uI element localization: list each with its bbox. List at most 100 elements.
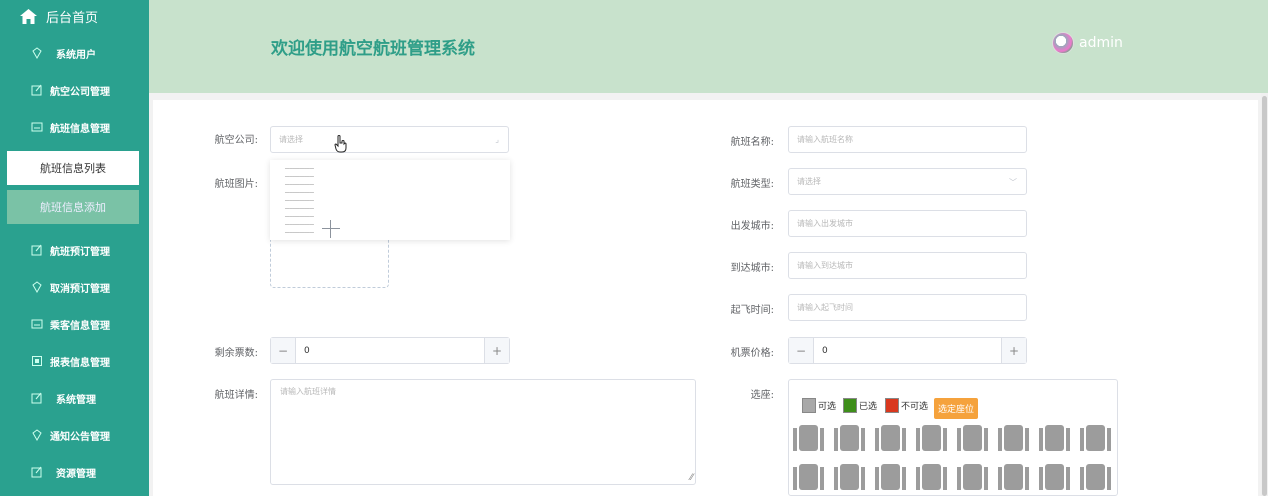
sidebar-item-reports[interactable]: 报表信息管理 — [0, 345, 149, 377]
remaining-value[interactable]: 0 — [296, 346, 484, 356]
takeoff-input[interactable]: 请输入起飞时间 — [788, 294, 1027, 321]
seat[interactable] — [875, 425, 906, 451]
sidebar-home[interactable]: 后台首页 — [0, 0, 149, 32]
plus-button[interactable]: + — [484, 338, 509, 363]
plus-icon — [322, 220, 340, 238]
diamond-icon — [31, 281, 43, 293]
legend-available: 可选 — [802, 398, 836, 413]
resize-handle-icon[interactable]: ⁄⁄ — [690, 473, 693, 483]
seat[interactable] — [916, 464, 947, 490]
edit-icon — [31, 84, 43, 96]
legend-label: 已选 — [859, 402, 878, 412]
sidebar-sub-flight-add[interactable]: 航班信息添加 — [7, 190, 139, 224]
card-icon — [31, 121, 43, 133]
price-stepper[interactable]: − 0 + — [788, 337, 1027, 364]
dropdown-option[interactable]: ━━━━━━━━━━━━ — [285, 198, 314, 203]
edit-icon — [31, 466, 43, 478]
details-placeholder: 请输入航班详情 — [280, 387, 336, 396]
airline-dropdown: ━━━━━━━━━━━━ ━━━━━━━━━━━━ ━━━━━━━━━━━━ ━… — [270, 160, 510, 240]
sidebar-item-booking[interactable]: 航班预订管理 — [0, 234, 149, 266]
diamond-icon — [31, 429, 43, 441]
seat[interactable] — [1080, 425, 1111, 451]
flight-name-placeholder: 请输入航班名称 — [797, 135, 853, 144]
sidebar-item-system-users[interactable]: 系统用户 — [0, 37, 149, 69]
flight-type-placeholder: 请选择 — [797, 177, 821, 186]
arrival-placeholder: 请输入到达城市 — [797, 261, 853, 270]
username: admin — [1079, 35, 1123, 51]
dropdown-option[interactable]: ━━━━━━━━━━━━ — [285, 206, 314, 211]
dropdown-option[interactable]: ━━━━━━━━━━━━ — [285, 214, 314, 219]
dropdown-option[interactable]: ━━━━━━━━━━━━ — [285, 230, 314, 235]
sidebar-item-flight-info[interactable]: 航班信息管理 — [0, 111, 149, 143]
sidebar-item-airlines[interactable]: 航空公司管理 — [0, 74, 149, 106]
seat[interactable] — [916, 425, 947, 451]
sidebar-item-label: 乘客信息管理 — [50, 320, 110, 332]
seat[interactable] — [793, 464, 824, 490]
dropdown-option[interactable]: ━━━━━━━━━━━━ — [285, 166, 314, 171]
details-label: 航班详情: — [214, 390, 258, 401]
seat[interactable] — [998, 425, 1029, 451]
sidebar-sub-flight-list[interactable]: 航班信息列表 — [7, 151, 139, 185]
scrollbar-thumb[interactable] — [1262, 96, 1267, 496]
seat[interactable] — [1039, 425, 1070, 451]
seat[interactable] — [998, 464, 1029, 490]
dropdown-option[interactable]: ━━━━━━━━━━━━ — [285, 182, 314, 187]
airline-label: 航空公司: — [214, 135, 258, 146]
takeoff-placeholder: 请输入起飞时间 — [797, 303, 853, 312]
sidebar: 后台首页 系统用户 航空公司管理 航班信息管理 航班信息列表 航班信息添加 航班… — [0, 0, 149, 496]
arrival-input[interactable]: 请输入到达城市 — [788, 252, 1027, 279]
sidebar-home-label: 后台首页 — [46, 10, 99, 26]
sidebar-item-label: 报表信息管理 — [50, 357, 110, 369]
plus-button[interactable]: + — [1001, 338, 1026, 363]
seat[interactable] — [957, 425, 988, 451]
report-icon — [31, 355, 43, 367]
seat[interactable] — [1080, 464, 1111, 490]
departure-placeholder: 请输入出发城市 — [797, 219, 853, 228]
airline-select[interactable]: 请选择 ⌟ — [270, 126, 509, 153]
seat[interactable] — [875, 464, 906, 490]
seat[interactable] — [957, 464, 988, 490]
seat-unavailable-swatch — [885, 398, 899, 413]
departure-label: 出发城市: — [730, 221, 774, 232]
sidebar-item-label: 系统管理 — [56, 394, 96, 406]
flight-type-label: 航班类型: — [730, 179, 774, 190]
legend-unavailable: 不可选 — [885, 398, 928, 413]
sidebar-item-resources[interactable]: 资源管理 — [0, 456, 149, 488]
details-textarea[interactable]: 请输入航班详情 ⁄⁄ — [270, 379, 696, 485]
chevron-down-icon: ⌟ — [495, 135, 499, 144]
departure-input[interactable]: 请输入出发城市 — [788, 210, 1027, 237]
sidebar-sub-label: 航班信息添加 — [40, 201, 106, 214]
legend-selected: 已选 — [843, 398, 877, 413]
takeoff-label: 起飞时间: — [730, 305, 774, 316]
seat[interactable] — [834, 464, 865, 490]
seat[interactable] — [834, 425, 865, 451]
legend-label: 不可选 — [901, 402, 929, 412]
sidebar-item-label: 航班预订管理 — [50, 246, 110, 258]
flight-name-input[interactable]: 请输入航班名称 — [788, 126, 1027, 153]
dropdown-option[interactable]: ━━━━━━━━━━━━ — [285, 222, 314, 227]
sidebar-item-label: 航空公司管理 — [50, 86, 110, 98]
price-label: 机票价格: — [730, 348, 774, 359]
sidebar-item-passengers[interactable]: 乘客信息管理 — [0, 308, 149, 340]
sidebar-item-cancel-booking[interactable]: 取消预订管理 — [0, 271, 149, 303]
sidebar-item-system[interactable]: 系统管理 — [0, 382, 149, 414]
seat-selected-swatch — [843, 398, 857, 413]
diamond-icon — [31, 47, 43, 59]
dropdown-option[interactable]: ━━━━━━━━━━━━ — [285, 190, 314, 195]
sidebar-item-notices[interactable]: 通知公告管理 — [0, 419, 149, 451]
sidebar-item-label: 取消预订管理 — [50, 283, 110, 295]
flight-type-select[interactable]: 请选择 ﹀ — [788, 168, 1027, 195]
seat[interactable] — [1039, 464, 1070, 490]
legend-label: 可选 — [818, 402, 837, 412]
sidebar-sub-label: 航班信息列表 — [40, 162, 106, 175]
minus-button[interactable]: − — [271, 338, 296, 363]
seat[interactable] — [793, 425, 824, 451]
choose-seat-button[interactable]: 选定座位 — [934, 398, 979, 419]
remaining-stepper[interactable]: − 0 + — [270, 337, 510, 364]
user-menu[interactable]: admin — [1052, 32, 1123, 54]
minus-button[interactable]: − — [789, 338, 814, 363]
sidebar-item-label: 通知公告管理 — [50, 431, 110, 443]
dropdown-option[interactable]: ━━━━━━━━━━━━ — [285, 174, 314, 179]
edit-icon — [31, 244, 43, 256]
price-value[interactable]: 0 — [814, 346, 1001, 356]
